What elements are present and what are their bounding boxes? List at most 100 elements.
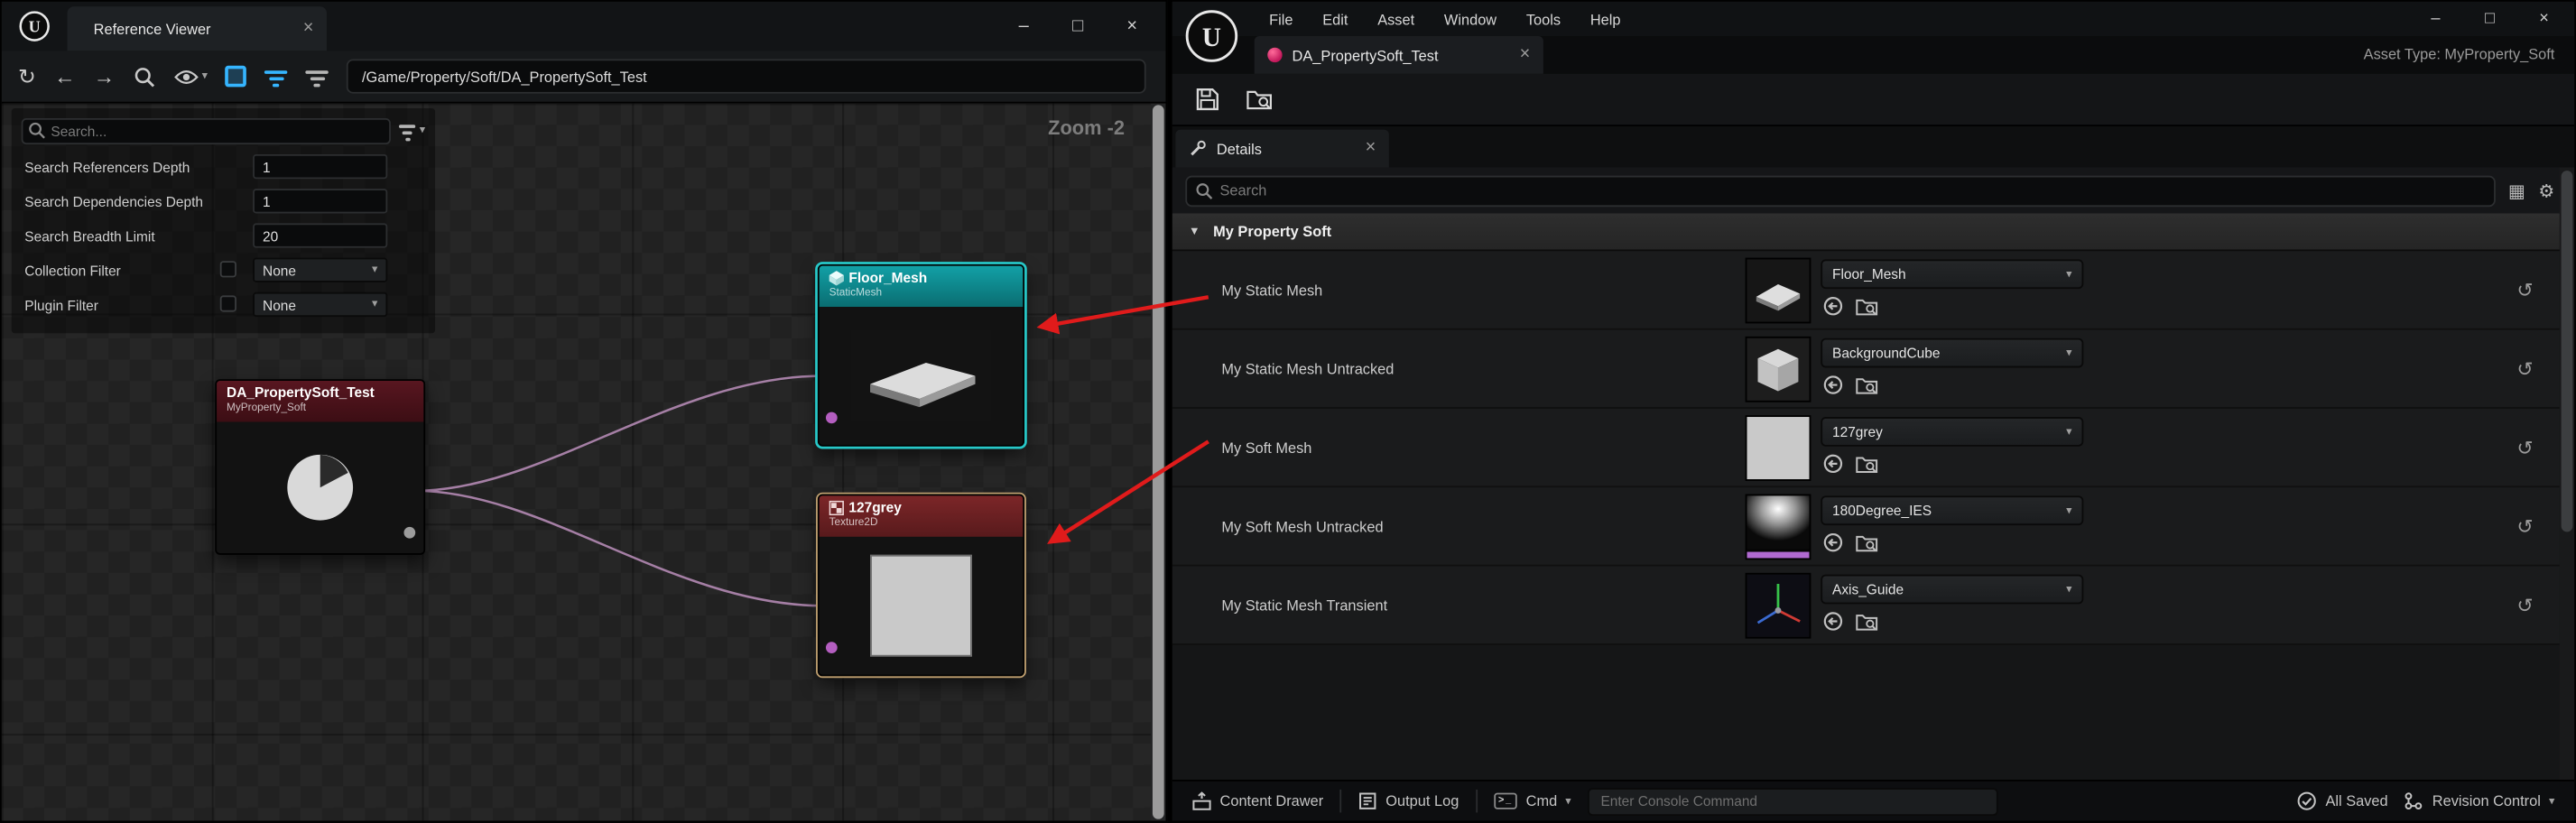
details-vertical-scrollbar[interactable] [2560, 168, 2574, 780]
collection-filter-dropdown[interactable]: None ▾ [253, 258, 387, 282]
asset-combobox[interactable]: 127grey ▾ [1821, 417, 2083, 447]
revision-control-dropdown[interactable]: Revision Control ▾ [2405, 791, 2555, 811]
plugin-filter-dropdown[interactable]: None ▾ [253, 292, 387, 317]
tab-da-propertysoft-test[interactable]: DA_PropertySoft_Test × [1255, 36, 1543, 74]
browse-to-asset-icon[interactable] [1855, 453, 1877, 475]
details-search-input[interactable] [1185, 175, 2495, 207]
asset-combobox[interactable]: BackgroundCube ▾ [1821, 338, 2083, 368]
property-label[interactable]: My Soft Mesh [1221, 409, 1311, 487]
node-subtitle: Texture2D [829, 517, 1014, 530]
reference-graph-canvas[interactable]: Zoom -2 ▾ [2, 104, 1151, 821]
plugin-filter-checkbox[interactable] [220, 295, 236, 311]
menu-tools[interactable]: Tools [1512, 2, 1576, 36]
tab-details[interactable]: Details × [1175, 130, 1388, 168]
close-button[interactable]: × [2517, 2, 2571, 36]
browse-to-asset-icon[interactable] [1855, 375, 1877, 396]
close-button[interactable]: × [1105, 2, 1159, 51]
graph-vertical-scrollbar[interactable] [1151, 104, 1165, 821]
menu-asset[interactable]: Asset [1363, 2, 1430, 36]
use-selected-asset-icon[interactable] [1822, 453, 1844, 475]
visibility-dropdown[interactable]: ▾ [174, 68, 208, 84]
property-label[interactable]: My Soft Mesh Untracked [1221, 487, 1383, 566]
cmd-dropdown[interactable]: >_ Cmd ▾ [1494, 793, 1571, 809]
details-tab-strip: Details × [1172, 126, 2574, 167]
asset-combobox[interactable]: 180Degree_IES ▾ [1821, 495, 2083, 525]
reset-to-default-icon[interactable]: ↺ [2516, 567, 2533, 645]
content-drawer-button[interactable]: Content Drawer [1192, 791, 1324, 811]
search-dependencies-depth-input[interactable] [253, 189, 387, 213]
funnel-bar [306, 69, 329, 73]
use-selected-asset-icon[interactable] [1822, 532, 1844, 553]
use-selected-asset-icon[interactable] [1822, 375, 1844, 396]
menu-help[interactable]: Help [1575, 2, 1635, 36]
save-button[interactable] [1195, 87, 1219, 111]
expand-caret-icon[interactable]: ▼ [1189, 226, 1200, 237]
input-pin[interactable] [826, 642, 838, 653]
minimize-button[interactable]: – [2408, 2, 2462, 36]
asset-thumbnail[interactable] [1746, 337, 1812, 402]
history-back-button[interactable]: ← [54, 66, 76, 88]
maximize-button[interactable]: □ [1051, 2, 1105, 51]
reset-to-default-icon[interactable]: ↺ [2516, 251, 2533, 329]
close-tab-icon[interactable]: × [1366, 140, 1376, 158]
search-breadth-limit-input[interactable] [253, 223, 387, 247]
search-filter-button[interactable]: ▾ [400, 121, 425, 141]
asset-row-actions [1822, 295, 1878, 317]
all-saved-indicator[interactable]: All Saved [2298, 791, 2388, 811]
settings-gear-icon[interactable]: ⚙ [2538, 180, 2554, 201]
asset-thumbnail[interactable] [1746, 573, 1812, 639]
property-label[interactable]: My Static Mesh Transient [1221, 567, 1387, 645]
asset-combobox[interactable]: Axis_Guide ▾ [1821, 575, 2083, 605]
browse-to-asset-button[interactable] [1246, 87, 1274, 111]
maximize-button[interactable]: □ [2463, 2, 2517, 36]
scrollbar-thumb[interactable] [2562, 171, 2573, 532]
duplicates-toggle-icon[interactable] [226, 66, 247, 88]
funnel-bar [273, 83, 280, 87]
search-referencers-depth-input[interactable] [253, 154, 387, 179]
browse-to-asset-icon[interactable] [1855, 295, 1877, 317]
display-mode-icon[interactable]: ▦ [2508, 180, 2525, 201]
output-pin[interactable] [403, 527, 415, 539]
reset-to-default-icon[interactable]: ↺ [2516, 487, 2533, 566]
history-forward-button[interactable]: → [94, 66, 116, 88]
minimize-button[interactable]: – [996, 2, 1051, 51]
property-label[interactable]: My Static Mesh [1221, 251, 1322, 329]
reset-to-default-icon[interactable]: ↺ [2516, 330, 2533, 409]
filters-toggle-icon[interactable] [265, 67, 288, 87]
graph-node-127grey[interactable]: 127grey Texture2D [818, 495, 1024, 677]
collection-filter-checkbox[interactable] [220, 261, 236, 277]
property-label[interactable]: My Static Mesh Untracked [1221, 330, 1394, 409]
console-command-input[interactable] [1588, 787, 1998, 815]
asset-path-field[interactable]: /Game/Property/Soft/DA_PropertySoft_Test [347, 59, 1146, 93]
menu-window[interactable]: Window [1430, 2, 1512, 36]
close-tab-icon[interactable]: × [1520, 46, 1531, 64]
browse-to-asset-icon[interactable] [1855, 611, 1877, 633]
asset-thumbnail[interactable] [1746, 415, 1812, 481]
use-selected-asset-icon[interactable] [1822, 611, 1844, 633]
menu-file[interactable]: File [1255, 2, 1308, 36]
input-pin[interactable] [826, 412, 838, 424]
reference-viewer-titlebar[interactable]: U Reference Viewer × – □ × [2, 2, 1166, 51]
browse-to-asset-icon[interactable] [1855, 532, 1877, 553]
asset-thumbnail[interactable] [1746, 495, 1812, 560]
scrollbar-thumb[interactable] [1153, 105, 1164, 818]
graph-search-input[interactable] [22, 117, 392, 143]
asset-row-actions [1822, 532, 1878, 553]
category-my-property-soft[interactable]: ▼ My Property Soft [1172, 213, 2560, 251]
refresh-button[interactable]: ↻ [18, 66, 36, 88]
close-tab-icon[interactable]: × [303, 20, 314, 38]
menu-edit[interactable]: Edit [1308, 2, 1363, 36]
find-path-icon[interactable] [133, 65, 155, 88]
unreal-logo-icon[interactable]: U [1182, 6, 1241, 65]
use-selected-asset-icon[interactable] [1822, 295, 1844, 317]
data-asset-icon [1267, 48, 1282, 62]
graph-node-floor-mesh[interactable]: Floor_Mesh StaticMesh [818, 264, 1024, 447]
tab-reference-viewer[interactable]: Reference Viewer × [68, 6, 327, 51]
graph-node-da-propertysoft-test[interactable]: DA_PropertySoft_Test MyProperty_Soft [215, 379, 425, 555]
output-log-button[interactable]: Output Log [1357, 791, 1459, 811]
reset-to-default-icon[interactable]: ↺ [2516, 409, 2533, 487]
asset-thumbnail[interactable] [1746, 258, 1812, 324]
reference-viewer-toolbar: ↻ ← → ▾ /Game/Property/Soft/DA [2, 51, 1166, 103]
autofilter-icon[interactable] [306, 67, 329, 87]
asset-combobox[interactable]: Floor_Mesh ▾ [1821, 259, 2083, 289]
